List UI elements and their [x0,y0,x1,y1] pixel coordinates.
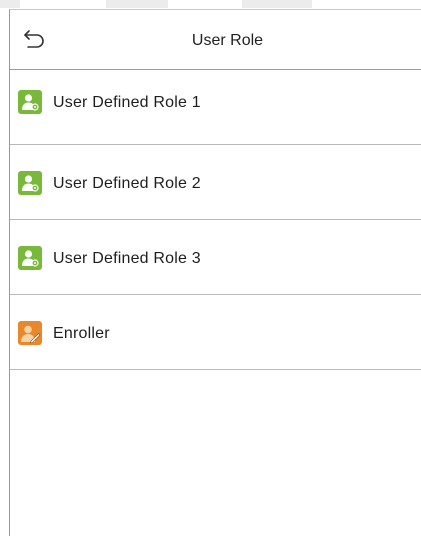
role-item-user-defined-2[interactable]: User Defined Role 2 [10,145,421,220]
role-label: User Defined Role 1 [53,94,201,111]
role-label: User Defined Role 3 [53,250,201,267]
header-bar: User Role [10,10,421,70]
role-item-enroller[interactable]: Enroller [10,295,421,370]
user-role-icon [18,171,42,195]
top-strip-block [0,0,20,8]
role-label: User Defined Role 2 [53,175,201,192]
enroller-icon [18,321,42,345]
page-title: User Role [191,32,264,49]
user-role-screen: User Role User Defined Role 1 User Defin… [0,0,421,536]
user-role-icon [18,246,42,270]
role-item-user-defined-1[interactable]: User Defined Role 1 [10,70,421,145]
user-role-icon [18,90,42,114]
role-label: Enroller [53,325,110,342]
role-item-user-defined-3[interactable]: User Defined Role 3 [10,220,421,295]
top-strip-block [242,0,312,8]
top-strip-block [106,0,168,8]
role-panel: User Role User Defined Role 1 User Defin… [9,9,421,536]
